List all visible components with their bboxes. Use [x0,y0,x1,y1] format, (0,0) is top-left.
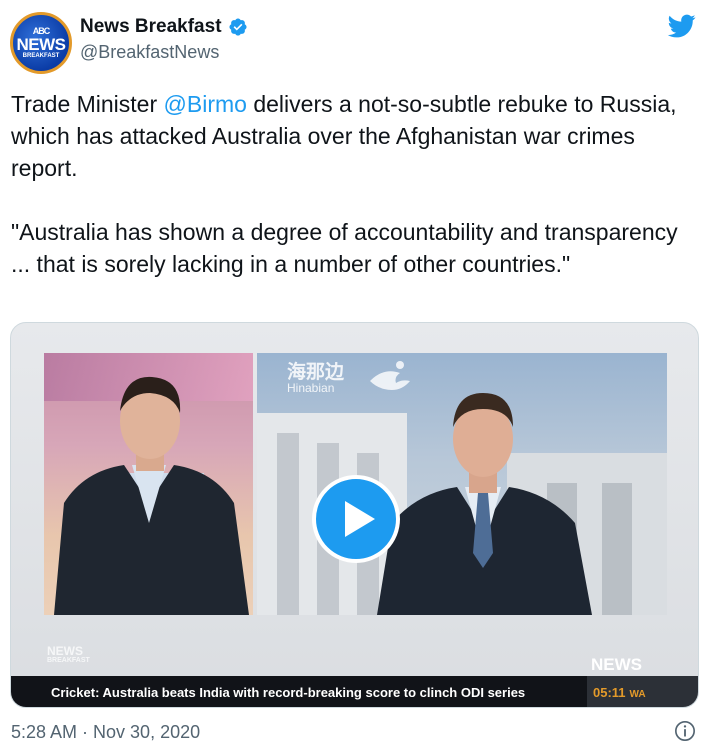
tweet-card: ABC NEWS BREAKFAST News Breakfast @Break… [0,0,708,752]
presenter-figure [54,376,249,615]
watermark-bird-icon [370,361,410,390]
video-player[interactable]: 海那边 Hinabian NEWS BREAKFAST NEWS Cricket… [10,322,699,708]
twitter-bird-icon[interactable] [666,12,698,40]
verified-badge-icon [228,18,247,36]
author-avatar[interactable]: ABC NEWS BREAKFAST [10,12,72,74]
video-frame: 海那边 Hinabian NEWS BREAKFAST NEWS Cricket… [11,323,698,707]
news-breakfast-corner-logo: NEWS BREAKFAST [47,645,90,665]
tweet-text: Trade Minister @Birmo delivers a not-so-… [11,88,701,312]
tweet-text-part-1: Trade Minister [11,91,164,117]
abc-news-logo: NEWS [591,655,642,674]
tweet-timestamp[interactable]: 5:28 AM · Nov 30, 2020 [11,722,200,743]
corner-logo-news-text: NEWS [47,644,83,658]
news-ticker: Cricket: Australia beats India with reco… [11,676,587,707]
play-button[interactable] [312,475,400,563]
author-handle[interactable]: @BreakfastNews [80,42,219,63]
author-display-name[interactable]: News Breakfast [80,16,222,38]
tweet-quote: "Australia has shown a degree of account… [11,219,678,277]
tweet-paragraph-1: Trade Minister @Birmo delivers a not-so-… [11,88,701,184]
broadcast-clock: 05:11 WA [587,676,698,707]
mention-link[interactable]: @Birmo [164,91,247,117]
avatar-news-text: NEWS [16,34,67,54]
clock-time: 05:11 [593,685,626,700]
info-icon[interactable] [674,720,696,742]
clock-timezone: WA [629,689,646,700]
author-name-row: News Breakfast [80,16,248,38]
play-icon [345,501,375,537]
watermark-latin-text: Hinabian [287,381,335,395]
avatar-breakfast-text: BREAKFAST [22,52,60,59]
video-left-panel [44,353,253,615]
corner-logo-breakfast-text: BREAKFAST [47,657,90,664]
watermark-chinese-text: 海那边 [287,362,345,383]
